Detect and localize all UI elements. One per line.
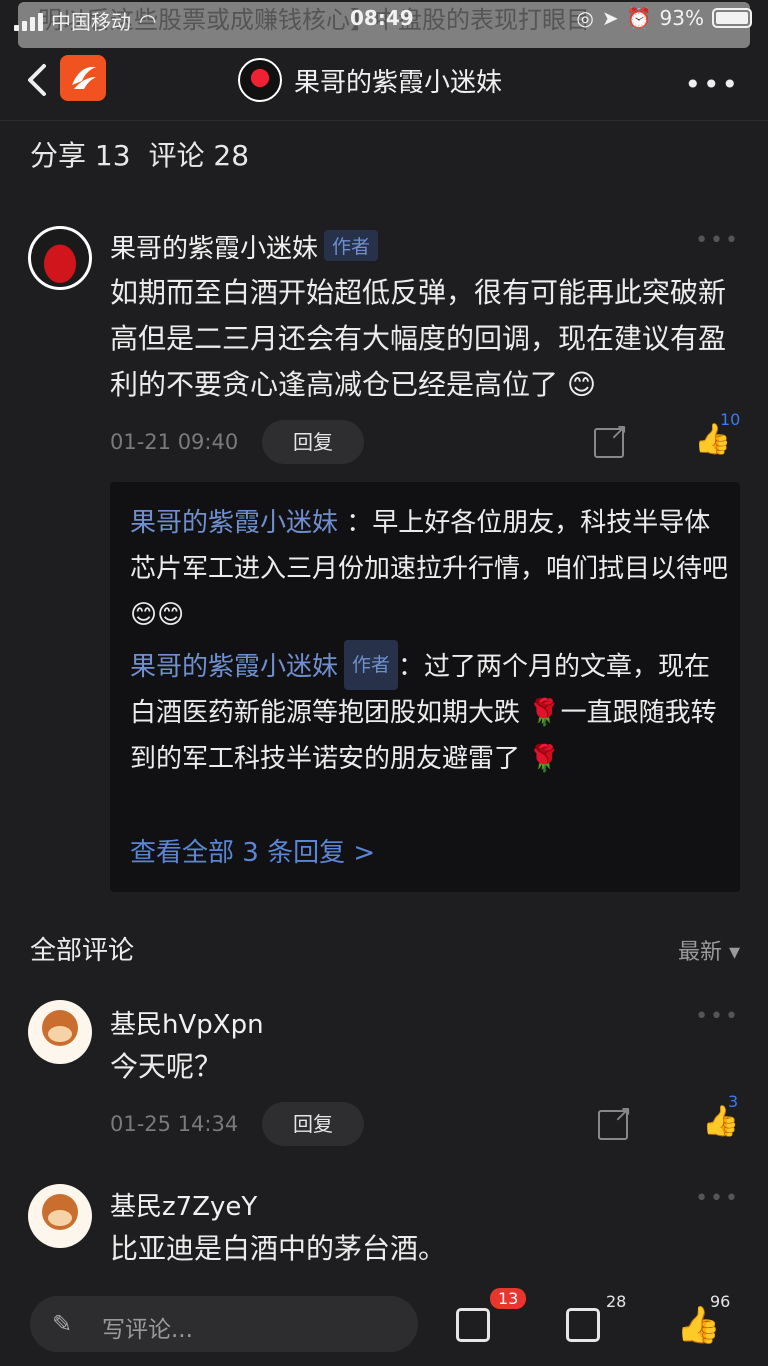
page-title[interactable]: 果哥的紫霞小迷妹 xyxy=(294,62,502,99)
comment-author-name[interactable]: 基民z7ZyeY xyxy=(110,1186,257,1223)
reply-author-name[interactable]: 果哥的紫霞小迷妹 xyxy=(130,652,338,682)
lock-rotation-icon: ◎ xyxy=(576,6,594,30)
share-icon[interactable] xyxy=(598,1102,632,1140)
author-badge: 作者 xyxy=(344,640,399,690)
share-icon[interactable] xyxy=(456,1308,490,1342)
comment-more-icon[interactable]: ••• xyxy=(695,1004,740,1029)
comment-input[interactable]: ✎ 写评论... xyxy=(30,1296,418,1352)
comment-author-name[interactable]: 果哥的紫霞小迷妹 xyxy=(110,234,318,264)
reply-author-name[interactable]: 果哥的紫霞小迷妹 xyxy=(130,508,338,538)
like-count: 3 xyxy=(728,1092,739,1111)
comment-count: 评论 28 xyxy=(148,139,250,172)
comments-icon[interactable] xyxy=(566,1308,600,1342)
share-count: 分享 13 xyxy=(30,139,131,172)
location-icon: ➤ xyxy=(601,6,619,30)
share-count-badge: 13 xyxy=(490,1288,527,1309)
replies-box: 果哥的紫霞小迷妹 ：早上好各位朋友，科技半导体芯片军工进入三月份加速拉升行情，咱… xyxy=(110,482,740,892)
nav-bar: 果哥的紫霞小迷妹 ••• xyxy=(0,50,768,114)
back-icon[interactable] xyxy=(22,60,58,100)
pen-icon: ✎ xyxy=(52,1310,73,1338)
author-badge: 作者 xyxy=(324,230,379,261)
status-bar: 明以后这些股票或成赚钱核心】中盘股的表现打眼目 中国移动 ◠ 08:49 ◎ ➤… xyxy=(0,0,768,48)
app-logo-icon[interactable] xyxy=(60,55,106,101)
comment-text: 如期而至白酒开始超低反弹，很有可能再此突破新高但是二三月还会有大幅度的回调，现在… xyxy=(110,276,727,401)
comment-author-name[interactable]: 基民hVpXpn xyxy=(110,1004,264,1041)
reply-button[interactable]: 回复 xyxy=(262,420,364,464)
share-icon[interactable] xyxy=(594,420,628,458)
reply-item: 果哥的紫霞小迷妹 作者 ：过了两个月的文章，现在白酒医药新能源等抱团股如期大跌 🌹一… xyxy=(130,640,730,782)
comment-more-icon[interactable]: ••• xyxy=(695,1186,740,1211)
section-title: 全部评论 xyxy=(30,936,135,966)
counts-row: 分享 13 评论 28 xyxy=(30,134,249,174)
comment-text: 今天呢？ xyxy=(110,1050,223,1083)
like-count: 10 xyxy=(720,410,741,429)
view-all-replies-link[interactable]: 查看全部 3 条回复 > xyxy=(130,832,375,869)
like-count-badge: 96 xyxy=(710,1292,731,1311)
comment-placeholder: 写评论... xyxy=(102,1317,193,1343)
reply-button[interactable]: 回复 xyxy=(262,1102,364,1146)
carrier-label: 中国移动 xyxy=(51,10,131,34)
bottom-bar: ✎ 写评论... 13 28 👍 96 xyxy=(0,1284,768,1366)
sort-dropdown[interactable]: 最新 ▾ xyxy=(678,934,740,966)
clock: 08:49 xyxy=(350,6,414,30)
wifi-icon: ◠ xyxy=(139,8,157,33)
reply-item: 果哥的紫霞小迷妹 ：早上好各位朋友，科技半导体芯片军工进入三月份加速拉升行情，咱… xyxy=(130,500,730,638)
battery-percent: 93% xyxy=(659,6,704,30)
comment-more-icon[interactable]: ••• xyxy=(695,228,740,253)
avatar[interactable] xyxy=(28,1184,92,1248)
comment-time: 01-25 14:34 xyxy=(110,1112,239,1136)
like-icon[interactable]: 👍 3 xyxy=(702,1092,739,1139)
battery-icon xyxy=(712,8,752,28)
comment-time: 01-21 09:40 xyxy=(110,430,239,454)
alarm-icon: ⏰ xyxy=(626,6,652,30)
more-icon[interactable]: ••• xyxy=(684,68,740,101)
comment-count-badge: 28 xyxy=(606,1292,627,1311)
divider xyxy=(0,120,768,121)
like-icon[interactable]: 👍 10 xyxy=(694,410,740,457)
comment-text: 比亚迪是白酒中的茅台酒。 xyxy=(110,1232,447,1265)
author-avatar[interactable] xyxy=(238,58,282,102)
avatar[interactable] xyxy=(28,226,92,290)
signal-icon xyxy=(14,11,43,31)
avatar[interactable] xyxy=(28,1000,92,1064)
